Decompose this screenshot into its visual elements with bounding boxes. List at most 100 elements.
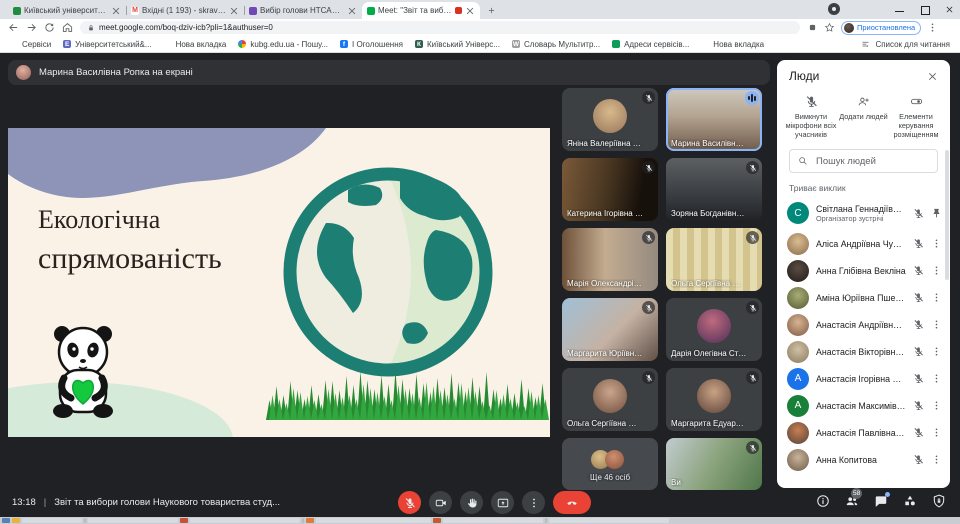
participant-tile[interactable]: Яніна Валеріївна Карлі... [562,88,658,151]
participant-tile[interactable]: Марина Василівна Роп... [666,88,762,151]
window-maximize-button[interactable] [920,5,930,15]
participant-tile[interactable]: Маргарита Юріївна Че... [562,298,658,361]
participant-tile[interactable]: Дарія Олегівна Степан... [666,298,762,361]
more-options-icon[interactable] [931,454,942,465]
windows-taskbar[interactable] [0,517,960,524]
more-options-icon[interactable] [931,265,942,276]
participant-row[interactable]: А Анастасія Максимівна П... [777,392,950,419]
home-icon[interactable] [62,22,73,33]
taskbar-item[interactable] [545,518,547,523]
close-icon[interactable] [927,71,938,82]
participant-tile[interactable]: Катерина Ігорівна Гав... [562,158,658,221]
participant-tile[interactable]: Ви [666,438,762,490]
more-options-icon[interactable] [931,373,942,384]
participant-tile[interactable]: Марія Олександрівна ... [562,228,658,291]
bookmark-item[interactable]: К Київський Універс... [414,40,500,49]
host-controls-button[interactable] [932,494,946,508]
pin-icon[interactable] [931,208,942,219]
participant-row[interactable]: А Анастасія Ігорівна Яковен... [777,365,950,392]
taskbar-item[interactable] [306,518,314,523]
participant-row[interactable]: Анастасія Андріївна Кра... [777,311,950,338]
search-input[interactable] [814,154,929,168]
browser-tab[interactable]: Вибір голови НТСАДМВ Наукове... [244,2,362,19]
end-call-button[interactable] [553,491,591,514]
participant-tile[interactable]: Ще 46 осіб [562,438,658,490]
taskbar-item[interactable] [302,518,304,523]
raise-hand-button[interactable] [460,491,483,514]
new-tab-button[interactable] [484,3,498,17]
bookmark-item[interactable]: Сервіси [10,40,51,49]
people-action-button[interactable]: Вимкнути мікрофони всіх учасників [785,95,837,139]
extension-icon[interactable] [807,23,818,32]
meeting-details-button[interactable] [816,494,830,508]
more-options-icon[interactable] [931,238,942,249]
reload-icon[interactable] [44,22,55,33]
mic-toggle-button[interactable] [398,491,421,514]
mic-muted-icon [913,454,924,465]
chrome-menu-icon[interactable] [927,22,938,33]
participant-row[interactable]: Анастасія Вікторівна Сп... [777,338,950,365]
chat-button[interactable] [874,492,890,508]
window-close-button[interactable] [945,5,954,14]
bookmark-item[interactable]: Нова вкладка [164,40,227,49]
browser-tab[interactable]: Meet: "Звіт та вибори голов... [362,2,480,19]
participant-row[interactable]: Аміна Юріївна Пшенкова... [777,284,950,311]
browser-tab[interactable]: M Вхідні (1 193) - skravets@kubg... [126,2,244,19]
bookmark-item[interactable]: Е Університетський&... [63,40,152,49]
taskbar-item[interactable] [12,518,20,523]
bookmark-item[interactable]: W Словарь Мультитр... [511,40,600,49]
tab-close-icon[interactable] [465,6,475,16]
activities-button[interactable] [903,494,917,508]
taskbar-item[interactable] [84,518,86,523]
taskbar-item[interactable] [22,518,82,523]
participant-row[interactable]: С Світлана Геннадіївн... (Ви) Організато… [777,196,950,230]
profile-button[interactable]: Приостановлена [841,20,922,35]
tab-close-icon[interactable] [347,6,357,16]
mic-muted-icon [913,400,924,411]
back-icon[interactable] [8,22,19,33]
bookmark-item[interactable]: kubg.edu.ua - Пошу... [238,40,328,49]
taskbar-item[interactable] [190,518,300,523]
camera-toggle-button[interactable] [429,491,452,514]
taskbar-item[interactable] [316,518,431,523]
forward-icon[interactable] [26,22,37,33]
more-options-button[interactable] [522,491,545,514]
people-button[interactable]: 58 [845,488,863,508]
browser-tab[interactable]: Київський університет імені Бо... [8,2,126,19]
taskbar-item[interactable] [433,518,441,523]
tab-close-icon[interactable] [111,6,121,16]
more-options-icon[interactable] [931,427,942,438]
bookmark-star-icon[interactable] [824,22,835,33]
window-minimize-button[interactable] [895,5,904,14]
search-people-box[interactable] [789,149,938,174]
bookmark-item[interactable]: f І Оголошення [340,40,403,49]
panel-scrollbar[interactable] [945,150,949,280]
bookmark-item[interactable]: Нова вкладка [701,40,764,49]
more-options-icon[interactable] [931,400,942,411]
participant-tile[interactable]: Ольга Сергіївна Мусіяч... [562,368,658,431]
participant-tile[interactable]: Маргарита Едуардівна ... [666,368,762,431]
participant-row[interactable]: Анастасія Павлівна Третяк [777,419,950,446]
taskbar-item[interactable] [88,518,178,523]
participant-row[interactable]: Аліса Андріївна Чумачен... [777,230,950,257]
media-control-icon[interactable] [828,3,840,15]
participant-row[interactable]: Анна Глібівна Векліна [777,257,950,284]
taskbar-item[interactable] [443,518,543,523]
people-action-button[interactable]: Елементи керування розміщенням [890,95,942,139]
bookmark-item[interactable]: Адреси сервісів... [612,40,689,49]
participant-tile[interactable]: Зоряна Богданівна Ли... [666,158,762,221]
taskbar-item[interactable] [180,518,188,523]
present-button[interactable] [491,491,514,514]
tab-close-icon[interactable] [229,6,239,16]
participant-tile[interactable]: Ольга Сергіївна Мусія... [666,228,762,291]
taskbar-item[interactable] [2,518,10,523]
speaking-indicator-icon [745,91,759,105]
participant-row[interactable]: Анна Копитова [777,446,950,473]
address-bar[interactable]: meet.google.com/boq-dziv-icb?pli=1&authu… [80,21,800,34]
more-options-icon[interactable] [931,346,942,357]
more-options-icon[interactable] [931,292,942,303]
people-action-button[interactable]: Додати людей [838,95,890,139]
more-options-icon[interactable] [931,319,942,330]
reading-list-button[interactable]: Список для читання [860,40,950,49]
taskbar-item[interactable] [549,518,669,523]
